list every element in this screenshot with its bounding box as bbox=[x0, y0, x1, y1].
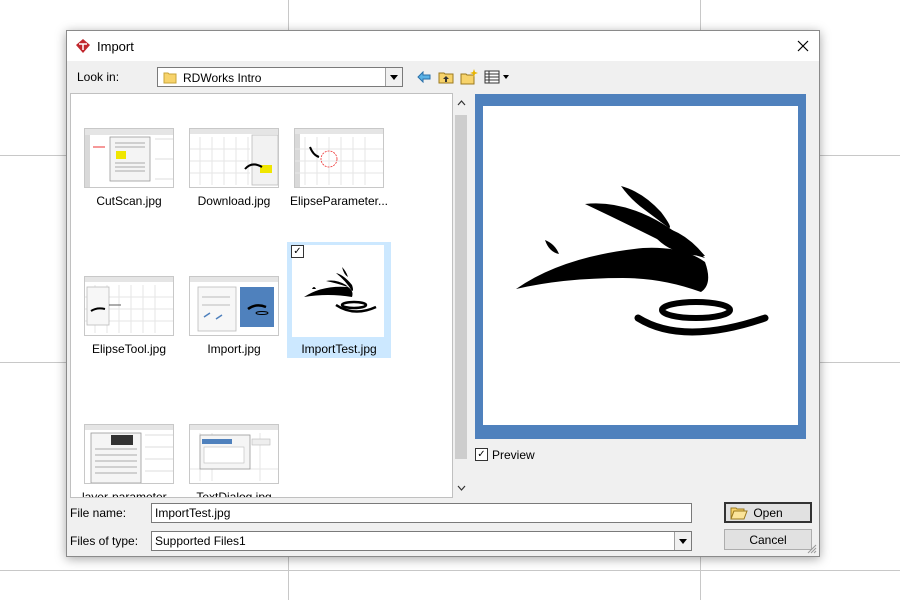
view-menu-icon bbox=[484, 70, 509, 84]
new-folder-button[interactable] bbox=[459, 68, 479, 86]
close-button[interactable] bbox=[787, 31, 819, 61]
file-thumbnail bbox=[189, 276, 279, 336]
file-name: ImportTest.jpg bbox=[301, 342, 377, 356]
file-name: layer-parameter... bbox=[81, 490, 177, 498]
look-in-dropdown-button[interactable] bbox=[385, 68, 402, 86]
look-in-value: RDWorks Intro bbox=[183, 71, 262, 85]
look-in-label: Look in: bbox=[77, 70, 120, 84]
cancel-button-label: Cancel bbox=[749, 532, 787, 547]
back-arrow-icon bbox=[417, 71, 431, 83]
preview-panel bbox=[475, 94, 806, 439]
file-item[interactable]: TextDialog.jpg bbox=[182, 420, 286, 498]
file-name-input[interactable]: ImportTest.jpg bbox=[151, 503, 692, 523]
file-type-select[interactable]: Supported Files1 bbox=[151, 531, 692, 551]
look-in-dropdown[interactable]: RDWorks Intro bbox=[157, 67, 403, 87]
file-type-value: Supported Files1 bbox=[155, 534, 246, 548]
vertical-scrollbar[interactable] bbox=[453, 93, 469, 498]
file-thumbnail bbox=[292, 245, 384, 337]
rdworks-icon bbox=[76, 39, 90, 53]
file-thumbnail bbox=[84, 276, 174, 336]
view-menu-button[interactable] bbox=[483, 68, 511, 86]
file-name: ElipseParameter... bbox=[289, 194, 389, 208]
open-folder-icon bbox=[730, 507, 748, 520]
file-item[interactable]: ElipseTool.jpg bbox=[77, 272, 181, 388]
scroll-thumb[interactable] bbox=[455, 115, 467, 459]
chevron-up-icon bbox=[457, 100, 465, 106]
chevron-down-icon bbox=[457, 485, 465, 491]
file-type-dropdown-button[interactable] bbox=[674, 532, 691, 550]
file-list[interactable]: CutScan.jpg Download.jpg ElipseParameter… bbox=[70, 93, 453, 498]
file-name: Download.jpg bbox=[197, 194, 271, 208]
file-thumbnail bbox=[189, 424, 279, 484]
up-folder-button[interactable] bbox=[437, 68, 455, 86]
back-button[interactable] bbox=[415, 68, 433, 86]
file-item[interactable]: Download.jpg bbox=[182, 124, 286, 240]
file-name-value: ImportTest.jpg bbox=[155, 506, 231, 520]
file-item[interactable]: Import.jpg bbox=[182, 272, 286, 388]
file-name: ElipseTool.jpg bbox=[91, 342, 167, 356]
scroll-up-button[interactable] bbox=[453, 95, 469, 111]
import-dialog: Import Look in: RDWorks Intro CutScan.jp… bbox=[66, 30, 820, 557]
file-thumbnail bbox=[84, 128, 174, 188]
file-type-label: Files of type: bbox=[70, 534, 139, 548]
close-icon bbox=[797, 40, 809, 52]
scroll-down-button[interactable] bbox=[453, 480, 469, 496]
cancel-button[interactable]: Cancel bbox=[724, 529, 812, 550]
file-item[interactable]: ElipseParameter... bbox=[287, 124, 391, 240]
file-name: TextDialog.jpg bbox=[196, 490, 272, 498]
up-folder-icon bbox=[438, 72, 454, 84]
file-name: Import.jpg bbox=[207, 342, 261, 356]
file-name: CutScan.jpg bbox=[96, 194, 162, 208]
chevron-down-icon bbox=[390, 74, 398, 80]
preview-checkbox-label: Preview bbox=[492, 448, 535, 462]
file-item[interactable]: CutScan.jpg bbox=[77, 124, 181, 240]
dialog-title: Import bbox=[97, 39, 134, 54]
resize-grip-icon[interactable] bbox=[807, 544, 817, 554]
folder-icon bbox=[163, 72, 177, 84]
chevron-down-icon bbox=[679, 538, 687, 544]
title-bar[interactable]: Import bbox=[67, 31, 819, 61]
file-name-label: File name: bbox=[70, 506, 127, 520]
open-button[interactable]: Open bbox=[724, 502, 812, 523]
file-item-selected[interactable]: ✓ ImportTest.jpg bbox=[287, 242, 391, 358]
preview-image bbox=[483, 106, 798, 425]
new-folder-icon bbox=[460, 69, 478, 85]
file-thumbnail bbox=[294, 128, 384, 188]
selection-checkbox[interactable]: ✓ bbox=[291, 245, 304, 258]
open-button-label: Open bbox=[753, 505, 783, 520]
file-thumbnail bbox=[189, 128, 279, 188]
canvas-gridline bbox=[0, 570, 900, 571]
file-item[interactable]: layer-parameter... bbox=[77, 420, 181, 498]
preview-checkbox[interactable]: ✓ bbox=[475, 448, 488, 461]
file-thumbnail bbox=[84, 424, 174, 484]
